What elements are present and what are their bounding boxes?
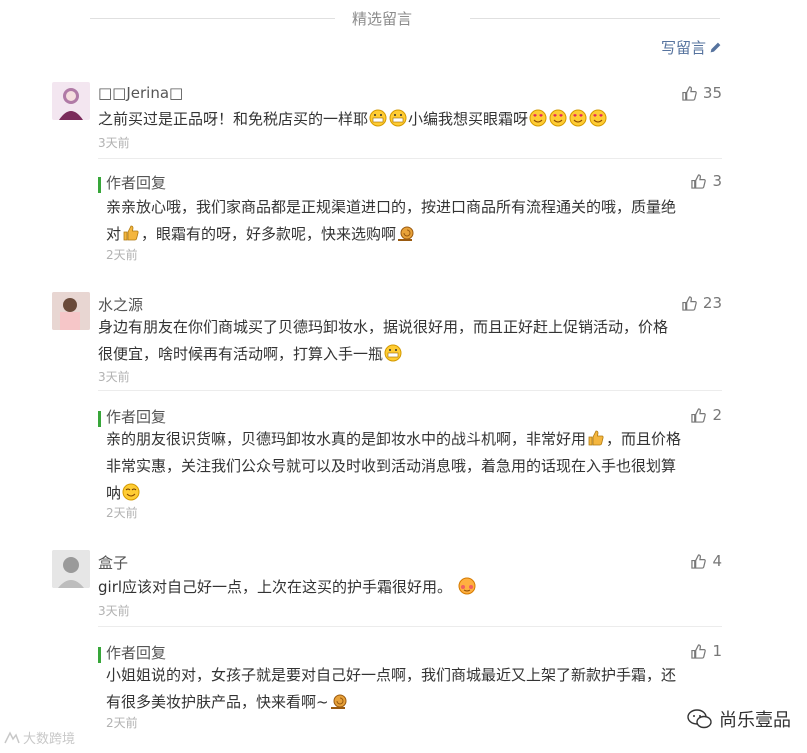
like-count: 35 [702,84,722,102]
author-reply: 作者回复 2 亲的朋友很识货嘛，贝德玛卸妆水真的是卸妆水中的战斗机啊，非常好用，… [98,406,722,526]
write-comment-link[interactable]: 写留言 [661,37,722,58]
thumbs-up-emoji-icon [587,429,605,447]
comment-item: □□Jerina□ 35 之前买过是正品呀！和免税店买的一样耶 小编我想买眼霜呀 … [52,82,722,160]
reply-time: 2天前 [106,248,138,262]
comment-item: 盒子 4 girl应该对自己好一点，上次在这买的护手霜很好用。 3天前 [52,550,722,630]
comment-content: girl应该对自己好一点，上次在这买的护手霜很好用。 [98,574,718,601]
nickname: □□Jerina□ [98,84,184,102]
comment-content: 身边有朋友在你们商城买了贝德玛卸妆水，据说很好用，而且正好赶上促销活动，价格 很… [98,318,669,363]
like-button[interactable]: 4 [691,552,722,570]
snail-emoji-icon [330,692,348,710]
reply-content: 小姐姐说的对，女孩子就是要对自己好一点啊，我们商城最近又上架了新款护手霜，还 有… [106,666,677,711]
grin-emoji-icon [369,109,387,127]
like-button[interactable]: 2 [691,406,722,424]
like-button[interactable]: 1 [691,642,722,660]
author-reply: 作者回复 3 亲亲放心哦，我们家商品都是正规渠道进口的，按进口商品所有流程通关的… [98,172,722,272]
section-header: 精选留言 [0,0,807,40]
like-count: 23 [702,294,722,312]
watermark-right: 尚乐壹品 [687,706,791,732]
thumb-up-icon [691,407,707,423]
comment-time: 3天前 [98,136,130,150]
like-count: 2 [712,406,722,424]
thumb-up-icon [682,85,697,101]
divider [98,158,722,159]
thumb-up-icon [691,553,707,569]
heart-eyes-emoji-icon [549,109,567,127]
grin-emoji-icon [389,109,407,127]
like-count: 1 [712,642,722,660]
like-button[interactable]: 35 [682,84,722,102]
comment-content: 之前买过是正品呀！和免税店买的一样耶 小编我想买眼霜呀 [98,106,718,133]
heart-eyes-emoji-icon [569,109,587,127]
nickname: 水之源 [98,296,144,314]
divider [98,390,722,391]
nickname: 盒子 [98,554,129,572]
watermark-left-text: 大数跨境 [23,732,76,747]
thumb-up-icon [691,173,707,189]
reply-label: 作者回复 [106,174,167,192]
brand-logo-icon [4,730,20,743]
author-reply: 作者回复 1 小姐姐说的对，女孩子就是要对自己好一点啊，我们商城最近又上架了新款… [98,642,722,742]
watermark-right-text: 尚乐壹品 [719,710,791,731]
thumb-up-icon [691,643,707,659]
divider-left [90,18,335,19]
grin-emoji-icon [384,344,402,362]
watermark-left: 大数跨境 [4,728,75,747]
divider-right [470,18,720,19]
thumbs-up-emoji-icon [122,224,140,242]
reply-label: 作者回复 [106,408,167,426]
reply-accent-bar [98,411,101,427]
like-count: 4 [712,552,722,570]
write-comment-label: 写留言 [660,39,706,57]
snail-emoji-icon [397,224,415,242]
comment-time: 3天前 [98,604,130,618]
heart-eyes-emoji-icon [589,109,607,127]
avatar [52,550,90,588]
thumb-up-icon [682,295,697,311]
section-title: 精选留言 [352,10,413,28]
pencil-icon [710,42,721,53]
blush-emoji-icon [458,577,476,595]
heart-eyes-emoji-icon [529,109,547,127]
divider [98,626,722,627]
reply-content: 亲的朋友很识货嘛，贝德玛卸妆水真的是卸妆水中的战斗机啊，非常好用 ，而且价格 非常… [106,429,682,502]
avatar [52,292,90,330]
like-count: 3 [712,172,722,190]
reply-content: 亲亲放心哦，我们家商品都是正规渠道进口的，按进口商品所有流程通关的哦，质量绝 对… [106,198,677,243]
like-button[interactable]: 23 [682,294,722,312]
reply-time: 2天前 [106,506,138,520]
avatar [52,82,90,120]
reply-accent-bar [98,177,101,193]
like-button[interactable]: 3 [691,172,722,190]
reply-label: 作者回复 [106,644,167,662]
comment-item: 水之源 23 身边有朋友在你们商城买了贝德玛卸妆水，据说很好用，而且正好赶上促销… [52,292,722,392]
comment-time: 3天前 [98,370,130,384]
reply-time: 2天前 [106,716,138,730]
reply-accent-bar [98,647,101,663]
wechat-icon [687,709,712,729]
smile-emoji-icon [122,483,140,501]
